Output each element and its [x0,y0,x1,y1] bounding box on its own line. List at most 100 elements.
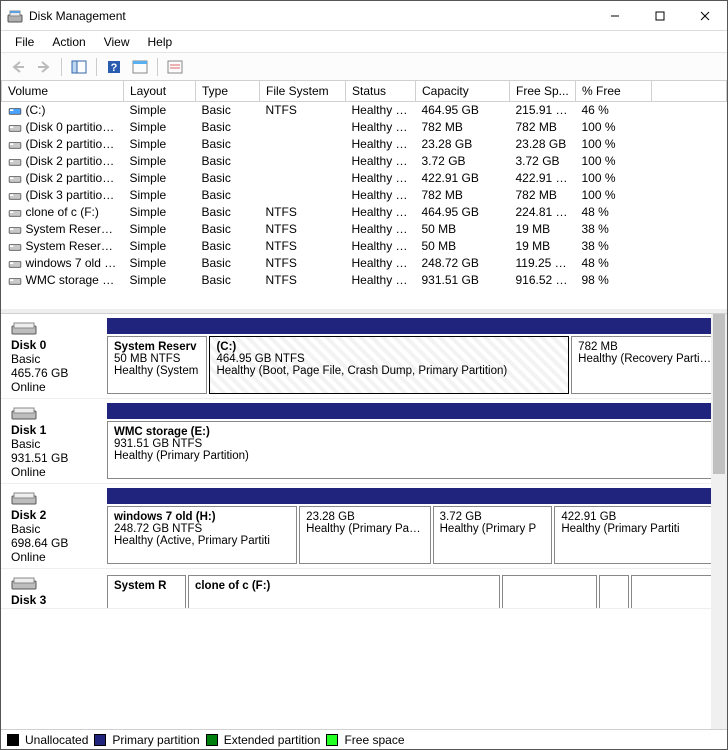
volume-name: System Reserved ... [26,222,124,236]
partition-box[interactable]: System R [107,575,186,609]
partition-box[interactable]: 23.28 GBHealthy (Primary Partiti [299,506,430,564]
partition-status: Healthy (Boot, Page File, Crash Dump, Pr… [216,365,562,377]
menu-action[interactable]: Action [44,33,93,51]
volume-name: (Disk 2 partition 2) [26,137,123,151]
disk-drive-icon [11,577,37,591]
disk-color-stripe [107,488,721,504]
volume-table: VolumeLayoutTypeFile SystemStatusCapacit… [1,81,727,289]
volume-row[interactable]: (Disk 2 partition 2)SimpleBasicHealthy (… [2,136,727,153]
volume-capacity: 931.51 GB [416,272,510,289]
partition-box[interactable] [599,575,629,609]
partition-box[interactable]: (C:)464.95 GB NTFSHealthy (Boot, Page Fi… [209,336,569,394]
disk-label[interactable]: Disk 1Basic931.51 GBOnline [7,403,101,479]
menu-view[interactable]: View [96,33,138,51]
volume-row[interactable]: System Reserved ...SimpleBasicNTFSHealth… [2,238,727,255]
partition-box[interactable] [502,575,597,609]
volume-row[interactable]: (C:)SimpleBasicNTFSHealthy (B...464.95 G… [2,102,727,119]
volume-free: 119.25 GB [510,255,576,272]
legend-label: Primary partition [112,733,199,747]
maximize-button[interactable] [637,1,682,30]
volume-row[interactable]: clone of c (F:)SimpleBasicNTFSHealthy (P… [2,204,727,221]
col-header[interactable]: % Free [576,81,652,102]
disk-state: Online [11,465,101,479]
partition-size: 248.72 GB NTFS [114,523,290,535]
partition-status: Healthy (Primary Partiti [561,523,714,535]
minimize-button[interactable] [592,1,637,30]
disk-map-pane[interactable]: Disk 0Basic465.76 GBOnlineSystem Reserv5… [1,313,727,729]
col-header[interactable]: Capacity [416,81,510,102]
col-header[interactable]: Layout [124,81,196,102]
refresh-button[interactable] [129,56,151,78]
volume-layout: Simple [124,255,196,272]
partition-name: (C:) [216,341,562,353]
partition-status: Healthy (Primary Partiti [306,523,423,535]
disk-label[interactable]: Disk 3Basic [7,573,101,604]
volume-pctfree: 100 % [576,119,652,136]
volume-layout: Simple [124,221,196,238]
menu-help[interactable]: Help [140,33,181,51]
disk-label[interactable]: Disk 2Basic698.64 GBOnline [7,488,101,564]
volume-fs: NTFS [260,102,346,119]
volume-row[interactable]: (Disk 2 partition 3)SimpleBasicHealthy (… [2,153,727,170]
volume-list-pane[interactable]: VolumeLayoutTypeFile SystemStatusCapacit… [1,81,727,313]
volume-fs: NTFS [260,255,346,272]
legend-swatch [94,734,106,746]
refresh-panel-icon [132,60,148,74]
toolbar: ? [1,53,727,81]
volume-capacity: 3.72 GB [416,153,510,170]
partition-status: Healthy (Primary P [440,523,546,535]
partition-box[interactable] [631,575,721,609]
col-header[interactable]: Type [196,81,260,102]
volume-row[interactable]: System Reserved ...SimpleBasicNTFSHealth… [2,221,727,238]
partition-box[interactable]: clone of c (F:) [188,575,500,609]
volume-pctfree: 48 % [576,255,652,272]
volume-free: 215.91 GB [510,102,576,119]
col-header[interactable]: Volume [2,81,124,102]
volume-table-header[interactable]: VolumeLayoutTypeFile SystemStatusCapacit… [2,81,727,102]
legend-swatch [326,734,338,746]
disk-state: Online [11,550,101,564]
volume-pctfree: 100 % [576,187,652,204]
col-header[interactable]: Free Sp... [510,81,576,102]
close-button[interactable] [682,1,727,30]
volume-status: Healthy (R... [346,187,416,204]
volume-fs [260,136,346,153]
volume-status: Healthy (B... [346,102,416,119]
partition-box[interactable]: 422.91 GBHealthy (Primary Partiti [554,506,721,564]
disk-management-window: Disk Management File Action View Help ? … [0,0,728,750]
partition-box[interactable]: 3.72 GBHealthy (Primary P [433,506,553,564]
help-icon: ? [106,59,122,75]
volume-fs [260,119,346,136]
nav-forward-button[interactable] [33,56,55,78]
volume-row[interactable]: WMC storage (E:)SimpleBasicNTFSHealthy (… [2,272,727,289]
volume-pctfree: 48 % [576,204,652,221]
volume-row[interactable]: (Disk 3 partition 3)SimpleBasicHealthy (… [2,187,727,204]
show-hide-tree-button[interactable] [68,56,90,78]
map-scrollbar[interactable] [711,314,727,729]
volume-status: Healthy (S... [346,221,416,238]
menu-file[interactable]: File [7,33,42,51]
col-header[interactable]: Status [346,81,416,102]
partition-status: Healthy (Active, Primary Partiti [114,535,290,547]
disk-type: Basic [11,607,101,609]
volume-drive-icon [8,242,22,252]
disk-label[interactable]: Disk 0Basic465.76 GBOnline [7,318,101,394]
volume-row[interactable]: (Disk 2 partition 4)SimpleBasicHealthy (… [2,170,727,187]
nav-back-button[interactable] [7,56,29,78]
partition-box[interactable]: WMC storage (E:)931.51 GB NTFSHealthy (P… [107,421,721,479]
partition-box[interactable]: 782 MBHealthy (Recovery Partition) [571,336,721,394]
partition-size: 931.51 GB NTFS [114,438,714,450]
partition-box[interactable]: System Reserv50 MB NTFSHealthy (System [107,336,207,394]
volume-fs [260,187,346,204]
volume-free: 23.28 GB [510,136,576,153]
help-button[interactable]: ? [103,56,125,78]
list-settings-button[interactable] [164,56,186,78]
col-header[interactable]: File System [260,81,346,102]
volume-row[interactable]: (Disk 0 partition 3)SimpleBasicHealthy (… [2,119,727,136]
disk-size: 698.64 GB [11,536,101,550]
volume-type: Basic [196,187,260,204]
partition-box[interactable]: windows 7 old (H:)248.72 GB NTFSHealthy … [107,506,297,564]
volume-row[interactable]: windows 7 old (H:)SimpleBasicNTFSHealthy… [2,255,727,272]
scroll-thumb[interactable] [713,314,725,474]
volume-layout: Simple [124,153,196,170]
